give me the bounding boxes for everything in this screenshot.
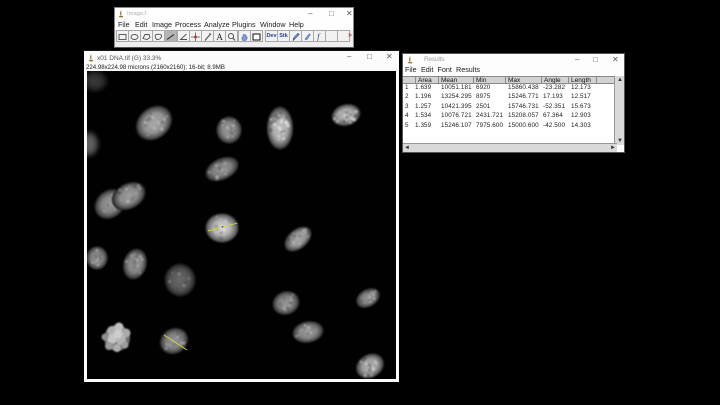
svg-text:A: A xyxy=(216,32,223,42)
svg-text:f: f xyxy=(317,32,321,42)
